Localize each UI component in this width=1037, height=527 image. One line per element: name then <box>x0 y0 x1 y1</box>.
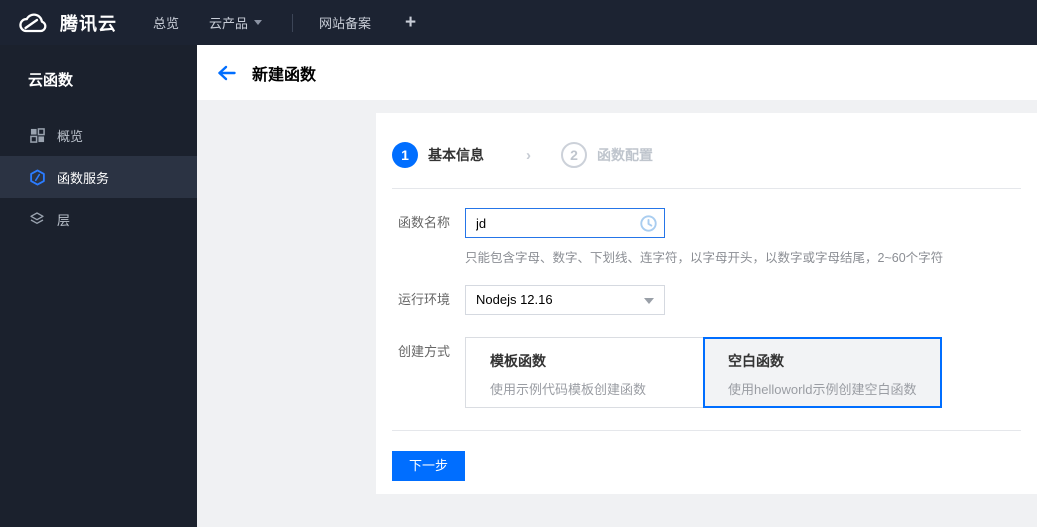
nav-products-label: 云产品 <box>209 16 249 31</box>
create-function-card: 1 基本信息 › 2 函数配置 函数名称 jd 只能包含字母、数字、下划线、连字… <box>376 113 1037 494</box>
divider <box>392 188 1021 189</box>
method-card-template[interactable]: 模板函数 使用示例代码模板创建函数 <box>465 337 704 408</box>
nav-products[interactable]: 云产品 <box>209 13 263 32</box>
method-card-desc: 使用helloworld示例创建空白函数 <box>728 382 917 397</box>
grid-icon <box>28 126 46 144</box>
sidebar-item-label: 概览 <box>57 128 84 144</box>
sidebar-item-label: 层 <box>57 212 71 228</box>
cloud-logo-icon <box>16 10 52 35</box>
main-area: 新建函数 1 基本信息 › 2 函数配置 函数名称 jd 只能包含字母、数字、下… <box>197 45 1037 527</box>
page-title: 新建函数 <box>252 66 317 84</box>
method-card-desc: 使用示例代码模板创建函数 <box>490 382 647 397</box>
sidebar-item-function-service[interactable]: 函数服务 <box>0 156 197 198</box>
step-2-label: 函数配置 <box>597 147 653 163</box>
sidebar-item-label: 函数服务 <box>57 170 110 186</box>
sidebar-title: 云函数 <box>28 72 74 89</box>
clock-pending-icon <box>639 214 658 236</box>
step-1-circle: 1 <box>392 142 418 168</box>
function-name-label: 函数名称 <box>398 215 451 230</box>
function-name-group: 只能包含字母、数字、下划线、连字符，以字母开头，以数字或字母结尾，2~60个字符 <box>465 208 943 266</box>
function-name-input-wrap <box>465 208 665 238</box>
creation-method-row: 创建方式 模板函数 使用示例代码模板创建函数 空白函数 使用helloworld… <box>392 337 1021 408</box>
step-1-label: 基本信息 <box>428 147 484 163</box>
next-step-button[interactable]: 下一步 <box>392 451 466 481</box>
function-name-hint: 只能包含字母、数字、下划线、连字符，以字母开头，以数字或字母结尾，2~60个字符 <box>465 251 944 265</box>
runtime-select-value: Nodejs 12.16 <box>476 292 553 307</box>
topnav-divider <box>292 13 294 32</box>
chevron-down-icon <box>254 20 263 25</box>
layers-icon <box>28 210 46 228</box>
topnav: 总览 云产品 网站备案 + <box>153 12 416 34</box>
brand-name: 腾讯云 <box>60 13 117 34</box>
step-2-circle: 2 <box>561 142 587 168</box>
method-cards: 模板函数 使用示例代码模板创建函数 空白函数 使用helloworld示例创建空… <box>465 337 942 408</box>
method-card-blank[interactable]: 空白函数 使用helloworld示例创建空白函数 <box>703 337 942 408</box>
step-chevron-icon: › <box>526 146 531 164</box>
function-hexagon-icon <box>28 168 46 186</box>
topbar: 腾讯云 总览 云产品 网站备案 + <box>0 0 1037 45</box>
divider <box>392 430 1021 431</box>
content-area: 1 基本信息 › 2 函数配置 函数名称 jd 只能包含字母、数字、下划线、连字… <box>197 113 1037 527</box>
add-tab-button[interactable]: + <box>405 12 416 34</box>
runtime-row: 运行环境 Nodejs 12.16 <box>392 285 1021 315</box>
sidebar: 云函数 概览 函数服务 层 <box>0 45 197 527</box>
function-name-input[interactable] <box>466 209 664 237</box>
runtime-label: 运行环境 <box>398 292 451 307</box>
back-arrow-icon[interactable] <box>217 65 236 81</box>
sidebar-item-overview[interactable]: 概览 <box>0 114 197 156</box>
method-card-title: 模板函数 <box>490 353 546 369</box>
nav-overview[interactable]: 总览 <box>153 13 179 32</box>
nav-icp[interactable]: 网站备案 <box>319 13 371 32</box>
creation-method-label: 创建方式 <box>398 344 451 359</box>
page-header: 新建函数 <box>197 45 1037 100</box>
function-name-row: 函数名称 只能包含字母、数字、下划线、连字符，以字母开头，以数字或字母结尾，2~… <box>392 208 1021 266</box>
runtime-select[interactable]: Nodejs 12.16 <box>465 285 665 315</box>
tencent-cloud-logo[interactable]: 腾讯云 <box>16 10 117 36</box>
select-caret-icon <box>644 298 654 304</box>
wizard-steps: 1 基本信息 › 2 函数配置 <box>392 113 1021 168</box>
sidebar-item-layers[interactable]: 层 <box>0 198 197 240</box>
method-card-title: 空白函数 <box>728 353 784 369</box>
